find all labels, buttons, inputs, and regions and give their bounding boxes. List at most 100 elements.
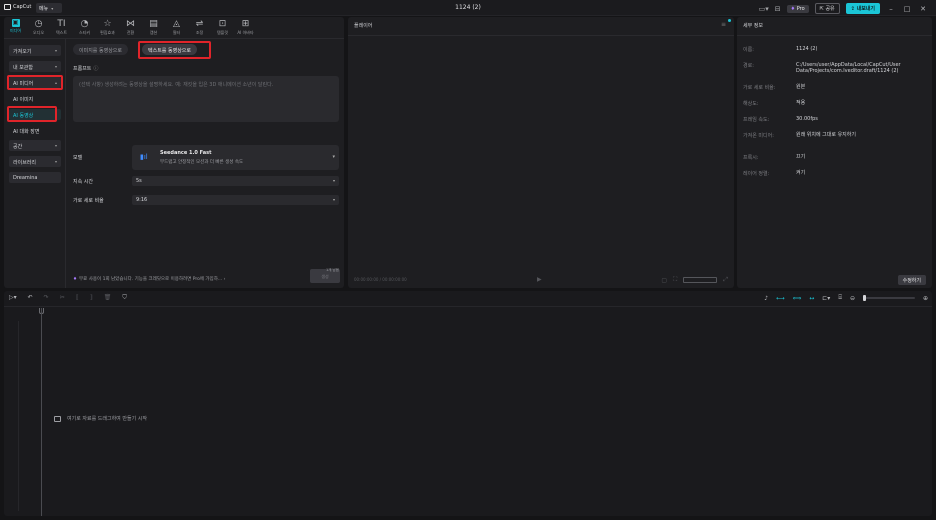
caption-icon[interactable]: ⌸ <box>838 294 842 302</box>
filter-icon: ◬ <box>173 19 180 29</box>
zoom-slider-handle[interactable] <box>862 295 866 301</box>
preview-axis-icon[interactable]: ⊏▾ <box>822 295 830 302</box>
maximize-icon[interactable]: □ <box>902 5 912 13</box>
link-icon[interactable]: ⟷ <box>776 295 785 302</box>
detail-key: 레이어 정렬: <box>743 171 770 177</box>
toolbar-caption[interactable]: ▤ 캡션 <box>146 17 161 38</box>
snapshot-icon[interactable]: ⛶ <box>673 276 677 284</box>
tab-image-to-video[interactable]: 이미지를 동영상으로 <box>73 44 128 55</box>
generate-label: 생성 <box>321 274 329 279</box>
main-toolbar: ▣ 미디어 ◷ 오디오 TI 텍스트 ◔ 스티커 ☆ 편집효과 ⋈ 전환 ▤ 캡션 ◬ 필터 ⇌ 조정 ⊡ 템플릿 ⊞ A… <box>4 17 344 39</box>
layout-icon[interactable]: ▭▾ <box>759 5 769 13</box>
toolbar-sticker[interactable]: ◔ 스티커 <box>77 17 92 38</box>
sidebar-item-ai-long[interactable]: AI 대화 장면 <box>9 125 61 136</box>
fullscreen-icon[interactable]: ⤢ <box>723 276 728 284</box>
delete-icon[interactable]: 🗑︎ <box>104 294 112 302</box>
toolbar-filter[interactable]: ◬ 필터 <box>169 17 184 38</box>
shortcut-icon[interactable]: ⊟ <box>775 5 781 13</box>
edit-button[interactable]: 수정하기 <box>897 275 926 285</box>
model-select[interactable]: ▮ıl Seedance 1.0 Fast 부드럽고 안정적인 모션과 더 빠른… <box>132 145 339 170</box>
redo-icon[interactable]: ↷ <box>44 294 49 302</box>
prompt-label-text: 프롬프트 <box>73 66 92 72</box>
undo-icon[interactable]: ↶ <box>28 294 33 302</box>
info-icon[interactable]: ⓘ <box>93 66 98 72</box>
detail-value: C:/Users/user/AppData/Local/CapCut/User … <box>796 62 901 74</box>
split-left-icon[interactable]: ⟦ <box>76 294 79 302</box>
tab-text-to-video[interactable]: 텍스트를 동영상으로 <box>142 44 197 55</box>
duration-label: 지속 시간 <box>73 179 93 185</box>
toolbar-media[interactable]: ▣ 미디어 <box>8 17 23 38</box>
prompt-placeholder: (선택 사항) 생성하려는 동영상을 설명하세요. 예: 재킷을 입은 3D 애… <box>79 82 274 88</box>
toolbar-adjust[interactable]: ⇌ 조정 <box>192 17 207 38</box>
detail-key: 경로: <box>743 63 754 69</box>
ratio-button[interactable] <box>683 277 718 283</box>
toolbar-template[interactable]: ⊡ 템플릿 <box>215 17 230 38</box>
sidebar-item-import[interactable]: 가져오기 ▾ <box>9 45 61 56</box>
toolbar-label: 편집효과 <box>100 30 115 35</box>
zoom-slider[interactable] <box>862 295 915 301</box>
playhead[interactable] <box>41 308 42 516</box>
sidebar-item-my-assets[interactable]: 내 보관함 ▾ <box>9 61 61 72</box>
chevron-down-icon: ▾ <box>54 64 57 69</box>
share-label: 공유 <box>825 6 835 12</box>
diamond-icon: ♦ <box>73 277 78 282</box>
prompt-input[interactable]: (선택 사항) 생성하려는 동영상을 설명하세요. 예: 재킷을 입은 3D 애… <box>73 76 339 122</box>
caption-icon: ▤ <box>149 19 158 29</box>
divider <box>737 35 932 36</box>
play-icon[interactable]: ▶ <box>537 276 542 283</box>
select-tool-icon[interactable]: ▷▾ <box>9 294 17 302</box>
microphone-icon[interactable]: ♪ <box>764 295 768 302</box>
ratio-select[interactable]: 9:16 ▾ <box>132 195 339 205</box>
shield-icon[interactable]: ⛉ <box>122 294 127 302</box>
detail-key: 가져온 미디어: <box>743 133 774 139</box>
generate-button[interactable]: 1개 남음 생성 <box>310 268 340 283</box>
ai-video-content: 이미지를 동영상으로 텍스트를 동영상으로 프롬프트 ⓘ (선택 사항) 생성하려… <box>66 39 344 288</box>
split-right-icon[interactable]: ⟧ <box>90 294 93 302</box>
sidebar-item-ai-video[interactable]: AI 동영상 <box>9 109 61 120</box>
toolbar-text[interactable]: TI 텍스트 <box>54 17 69 38</box>
magnet-icon[interactable]: ⟺ <box>793 295 802 302</box>
toolbar-label: 캡션 <box>149 30 158 35</box>
crop-icon[interactable]: ▢ <box>661 277 667 284</box>
pro-badge[interactable]: ♦ Pro <box>786 4 809 13</box>
duration-value: 5s <box>136 178 142 184</box>
zoom-in-icon[interactable]: ⊕ <box>923 295 928 302</box>
sidebar-item-space[interactable]: 공간 ▾ <box>9 140 61 151</box>
sidebar-item-label: 공간 <box>13 144 23 150</box>
sidebar-item-label: 가져오기 <box>13 49 32 55</box>
generate-count: 1개 남음 <box>326 268 339 272</box>
free-usage-note[interactable]: ♦ 무료 사용이 1회 남았습니다. 기능을 크레딧으로 이용하려면 Pro에 가… <box>73 276 225 282</box>
minimize-icon[interactable]: – <box>886 5 896 13</box>
ratio-label: 가로 세로 비율 <box>73 198 104 204</box>
sidebar-item-ai-image[interactable]: AI 이미지 <box>9 93 61 104</box>
audio-icon: ◷ <box>34 19 43 29</box>
chevron-down-icon: ▾ <box>332 197 335 202</box>
share-button[interactable]: ⇱ 공유 <box>814 3 840 14</box>
player-controls: 00:00:00:00 / 00:00:00:00 ▶ ▢ ⛶ ⤢ <box>348 273 734 288</box>
diamond-icon: ♦ <box>790 5 796 12</box>
drop-hint: 여기로 자료를 드래그하여 만들기 시작 <box>54 415 147 422</box>
divider <box>348 35 734 36</box>
zoom-out-icon[interactable]: ⊖ <box>850 295 855 302</box>
toolbar-label: 미디어 <box>9 28 22 33</box>
snap-icon[interactable]: ↔ <box>809 295 814 302</box>
model-description: 부드럽고 안정적인 모션과 더 빠른 생성 속도 <box>160 160 244 165</box>
menu-icon[interactable]: ≡ <box>721 21 726 28</box>
export-button[interactable]: ⇪ 내보내기 <box>845 3 880 14</box>
sidebar-item-dreamina[interactable]: Dreamina <box>9 172 61 183</box>
close-icon[interactable]: ✕ <box>918 5 928 13</box>
pro-label: Pro <box>796 5 805 12</box>
media-icon: ▣ <box>11 19 20 27</box>
toolbar-transition[interactable]: ⋈ 전환 <box>123 17 138 38</box>
split-icon[interactable]: ✂ <box>60 294 65 302</box>
player-title: 플레이어 <box>354 23 373 29</box>
toolbar-effects[interactable]: ☆ 편집효과 <box>100 17 115 38</box>
title-bar: CapCut 메뉴 ▾ 1124 (2) ▭▾ ⊟ ♦ Pro ⇱ 공유 ⇪ 내보… <box>0 0 936 16</box>
toolbar-ai-avatar[interactable]: ⊞ AI 아바타 <box>237 17 253 38</box>
timeline-toolbar: ▷▾ ↶ ↷ ✂ ⟦ ⟧ 🗑︎ ⛉ ♪ ⟷ ⟺ ↔ ⊏▾ ⌸ ⊖ ⊕ <box>4 291 932 307</box>
detail-key: 이름: <box>743 47 754 53</box>
sidebar-item-ai-media[interactable]: AI 미디어 ▴ <box>9 77 61 88</box>
duration-select[interactable]: 5s ▾ <box>132 176 339 186</box>
sidebar-item-library[interactable]: 라이브러리 ▾ <box>9 156 61 167</box>
toolbar-audio[interactable]: ◷ 오디오 <box>31 17 46 38</box>
